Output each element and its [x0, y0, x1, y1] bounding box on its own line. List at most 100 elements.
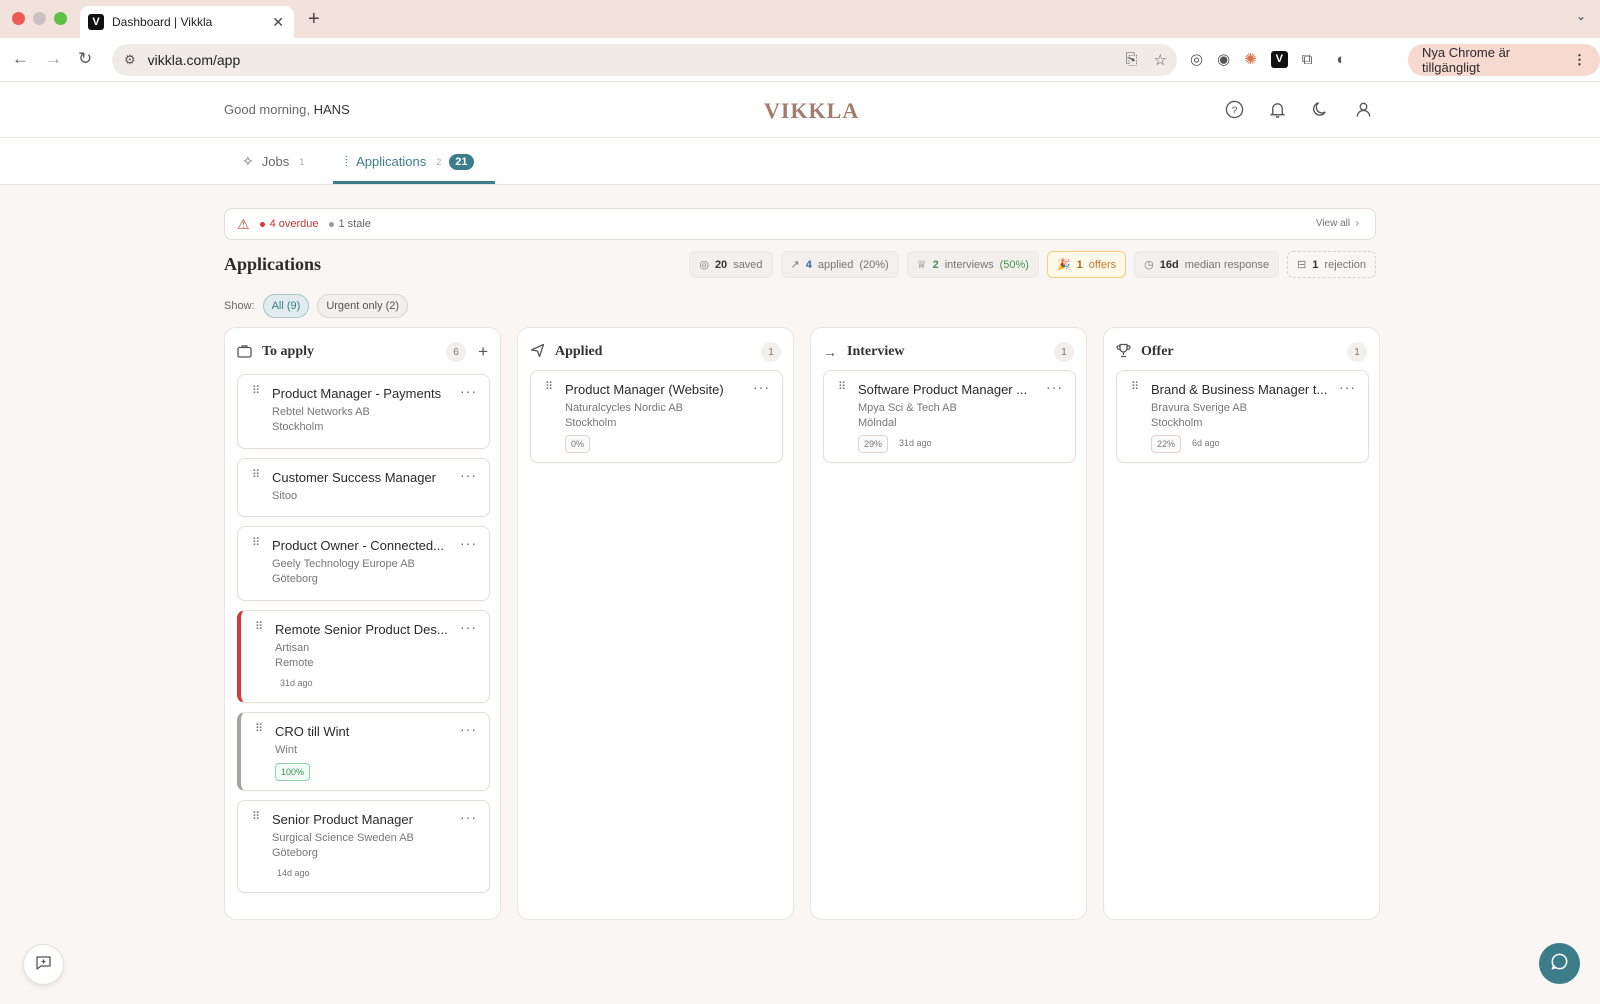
trophy-icon [1116, 343, 1131, 361]
overdue-indicator[interactable]: 4 overdue [259, 218, 319, 230]
chrome-update-button[interactable]: Nya Chrome är tillgängligt ⋮ [1408, 44, 1600, 76]
application-card[interactable]: ⠿ Senior Product Manager ··· Surgical Sc… [237, 800, 490, 893]
application-card[interactable]: ⠿ CRO till Wint ··· Wint 100% [237, 712, 490, 791]
column-count: 6 [446, 342, 467, 362]
send-icon [530, 343, 545, 361]
profile-avatar-icon[interactable]: ◐ [1336, 51, 1345, 68]
more-options-icon[interactable]: ··· [1046, 379, 1063, 395]
stat-saved[interactable]: ◎ 20 saved [689, 251, 773, 278]
back-icon[interactable]: ← [12, 49, 29, 69]
feedback-icon [35, 955, 52, 974]
extensions-puzzle-icon[interactable]: ⧉ [1302, 51, 1313, 68]
drag-handle-icon[interactable]: ⠿ [255, 622, 263, 633]
extension-camera-icon[interactable]: ◉ [1217, 50, 1230, 68]
user-icon[interactable] [1353, 99, 1374, 120]
stat-interviews-label: interviews [944, 258, 994, 271]
help-icon[interactable]: ? [1224, 99, 1245, 120]
match-score-badge: 22% [1151, 435, 1182, 453]
app-logo[interactable]: VIKKLA [764, 98, 859, 124]
application-card[interactable]: ⠿ Product Manager (Website) ··· Naturalc… [530, 370, 783, 463]
drag-handle-icon[interactable]: ⠿ [252, 470, 260, 481]
column-count: 1 [761, 342, 781, 362]
card-title: Software Product Manager ... [858, 382, 1028, 397]
trophy-icon: ♕ [916, 259, 927, 271]
stat-saved-num: 20 [714, 258, 728, 271]
tab-applications[interactable]: ⦙ Applications 2 21 [345, 153, 474, 170]
match-score-badge: 29% [858, 435, 889, 453]
application-card[interactable]: ⠿ Customer Success Manager ··· Sitoo [237, 458, 490, 517]
drag-handle-icon[interactable]: ⠿ [1131, 382, 1139, 393]
more-options-icon[interactable]: ··· [460, 721, 477, 737]
card-company: Bravura Sverige AB [1151, 402, 1247, 414]
page-title: Applications [224, 254, 322, 274]
address-bar[interactable]: ⚙ vikkla.com/app ⎘ ☆ [112, 44, 1177, 76]
extension-vikkla-icon[interactable]: V [1270, 50, 1288, 68]
more-options-icon[interactable]: ··· [460, 467, 477, 483]
feedback-button[interactable] [23, 944, 64, 985]
drag-handle-icon[interactable]: ⠿ [838, 382, 846, 393]
filter-all-chip[interactable]: All (9) [262, 294, 310, 318]
card-title: Product Owner - Connected... [272, 538, 444, 553]
new-tab-icon[interactable]: + [308, 8, 320, 31]
column-title: To apply [262, 344, 315, 359]
bell-icon[interactable] [1267, 99, 1288, 120]
more-options-icon[interactable]: ··· [460, 809, 477, 825]
bookmark-star-icon[interactable]: ☆ [1154, 51, 1167, 69]
card-location: Göteborg [272, 573, 318, 585]
greeting: Good morning, HANS [224, 102, 350, 117]
view-all-link[interactable]: View all › [1316, 218, 1359, 229]
application-card[interactable]: ⠿ Brand & Business Manager t... ··· Brav… [1116, 370, 1369, 463]
card-company: Geely Technology Europe AB [272, 558, 415, 570]
stat-applied-num: 4 [805, 258, 812, 271]
application-card[interactable]: ⠿ Software Product Manager ... ··· Mpya … [823, 370, 1076, 463]
window-minimize-button[interactable] [33, 12, 46, 25]
tab-close-icon[interactable]: ✕ [272, 14, 284, 31]
drag-handle-icon[interactable]: ⠿ [252, 386, 260, 397]
forward-icon[interactable]: → [45, 49, 62, 69]
stat-interviews[interactable]: ♕ 2 interviews (50%) [906, 251, 1039, 278]
drag-handle-icon[interactable]: ⠿ [545, 382, 553, 393]
application-card-urgent[interactable]: ⠿ Remote Senior Product Des... ··· Artis… [237, 610, 490, 703]
more-options-icon[interactable]: ··· [460, 619, 477, 635]
application-card[interactable]: ⠿ Product Owner - Connected... ··· Geely… [237, 526, 490, 601]
filter-urgent-chip[interactable]: Urgent only (2) [317, 294, 409, 318]
drag-handle-icon[interactable]: ⠿ [252, 538, 260, 549]
site-info-icon[interactable]: ⚙ [124, 52, 136, 68]
card-location: Stockholm [272, 421, 324, 433]
target-icon: ◎ [699, 259, 709, 271]
more-options-icon[interactable]: ··· [460, 535, 477, 551]
window-close-button[interactable] [12, 12, 25, 25]
reload-icon[interactable]: ↻ [78, 49, 92, 69]
application-card[interactable]: ⠿ Product Manager - Payments ··· Rebtel … [237, 374, 490, 449]
extension-lens-icon[interactable]: ◎ [1190, 50, 1203, 68]
window-maximize-button[interactable] [54, 12, 67, 25]
card-title: Senior Product Manager [272, 812, 413, 827]
app-header: Good morning, HANS VIKKLA ? [0, 82, 1600, 138]
moon-icon[interactable] [1310, 99, 1331, 120]
stat-offers[interactable]: 🎉 1 offers [1046, 251, 1127, 278]
extension-spark-icon[interactable]: ✺ [1244, 50, 1257, 68]
briefcase-icon [237, 344, 252, 361]
install-app-icon[interactable]: ⎘ [1126, 51, 1138, 69]
card-title: Remote Senior Product Des... [275, 622, 448, 637]
drag-handle-icon[interactable]: ⠿ [255, 724, 263, 735]
more-options-icon[interactable]: ··· [460, 383, 477, 399]
stat-median-response[interactable]: ◷ 16d median response [1134, 251, 1280, 278]
add-application-icon[interactable]: + [478, 342, 488, 362]
stat-rejection[interactable]: ⊟ 1 rejection [1287, 251, 1376, 278]
more-options-icon[interactable]: ··· [1339, 379, 1356, 395]
browser-tab[interactable]: V Dashboard | Vikkla ✕ [80, 6, 294, 38]
stat-applied-label: applied [817, 258, 854, 271]
stat-applied-pct: (20%) [859, 258, 889, 271]
stat-rejection-label: rejection [1324, 258, 1366, 271]
column-title: Interview [847, 344, 905, 359]
stat-interviews-pct: (50%) [999, 258, 1029, 271]
tab-search-icon[interactable]: ⌄ [1576, 9, 1586, 23]
stat-interviews-num: 2 [932, 258, 939, 271]
stale-indicator[interactable]: 1 stale [328, 218, 371, 230]
tab-jobs[interactable]: ✧ Jobs 1 [242, 153, 304, 170]
stat-applied[interactable]: ↗ 4 applied (20%) [780, 251, 899, 278]
chat-button[interactable] [1539, 943, 1580, 984]
more-options-icon[interactable]: ··· [753, 379, 770, 395]
drag-handle-icon[interactable]: ⠿ [252, 812, 260, 823]
